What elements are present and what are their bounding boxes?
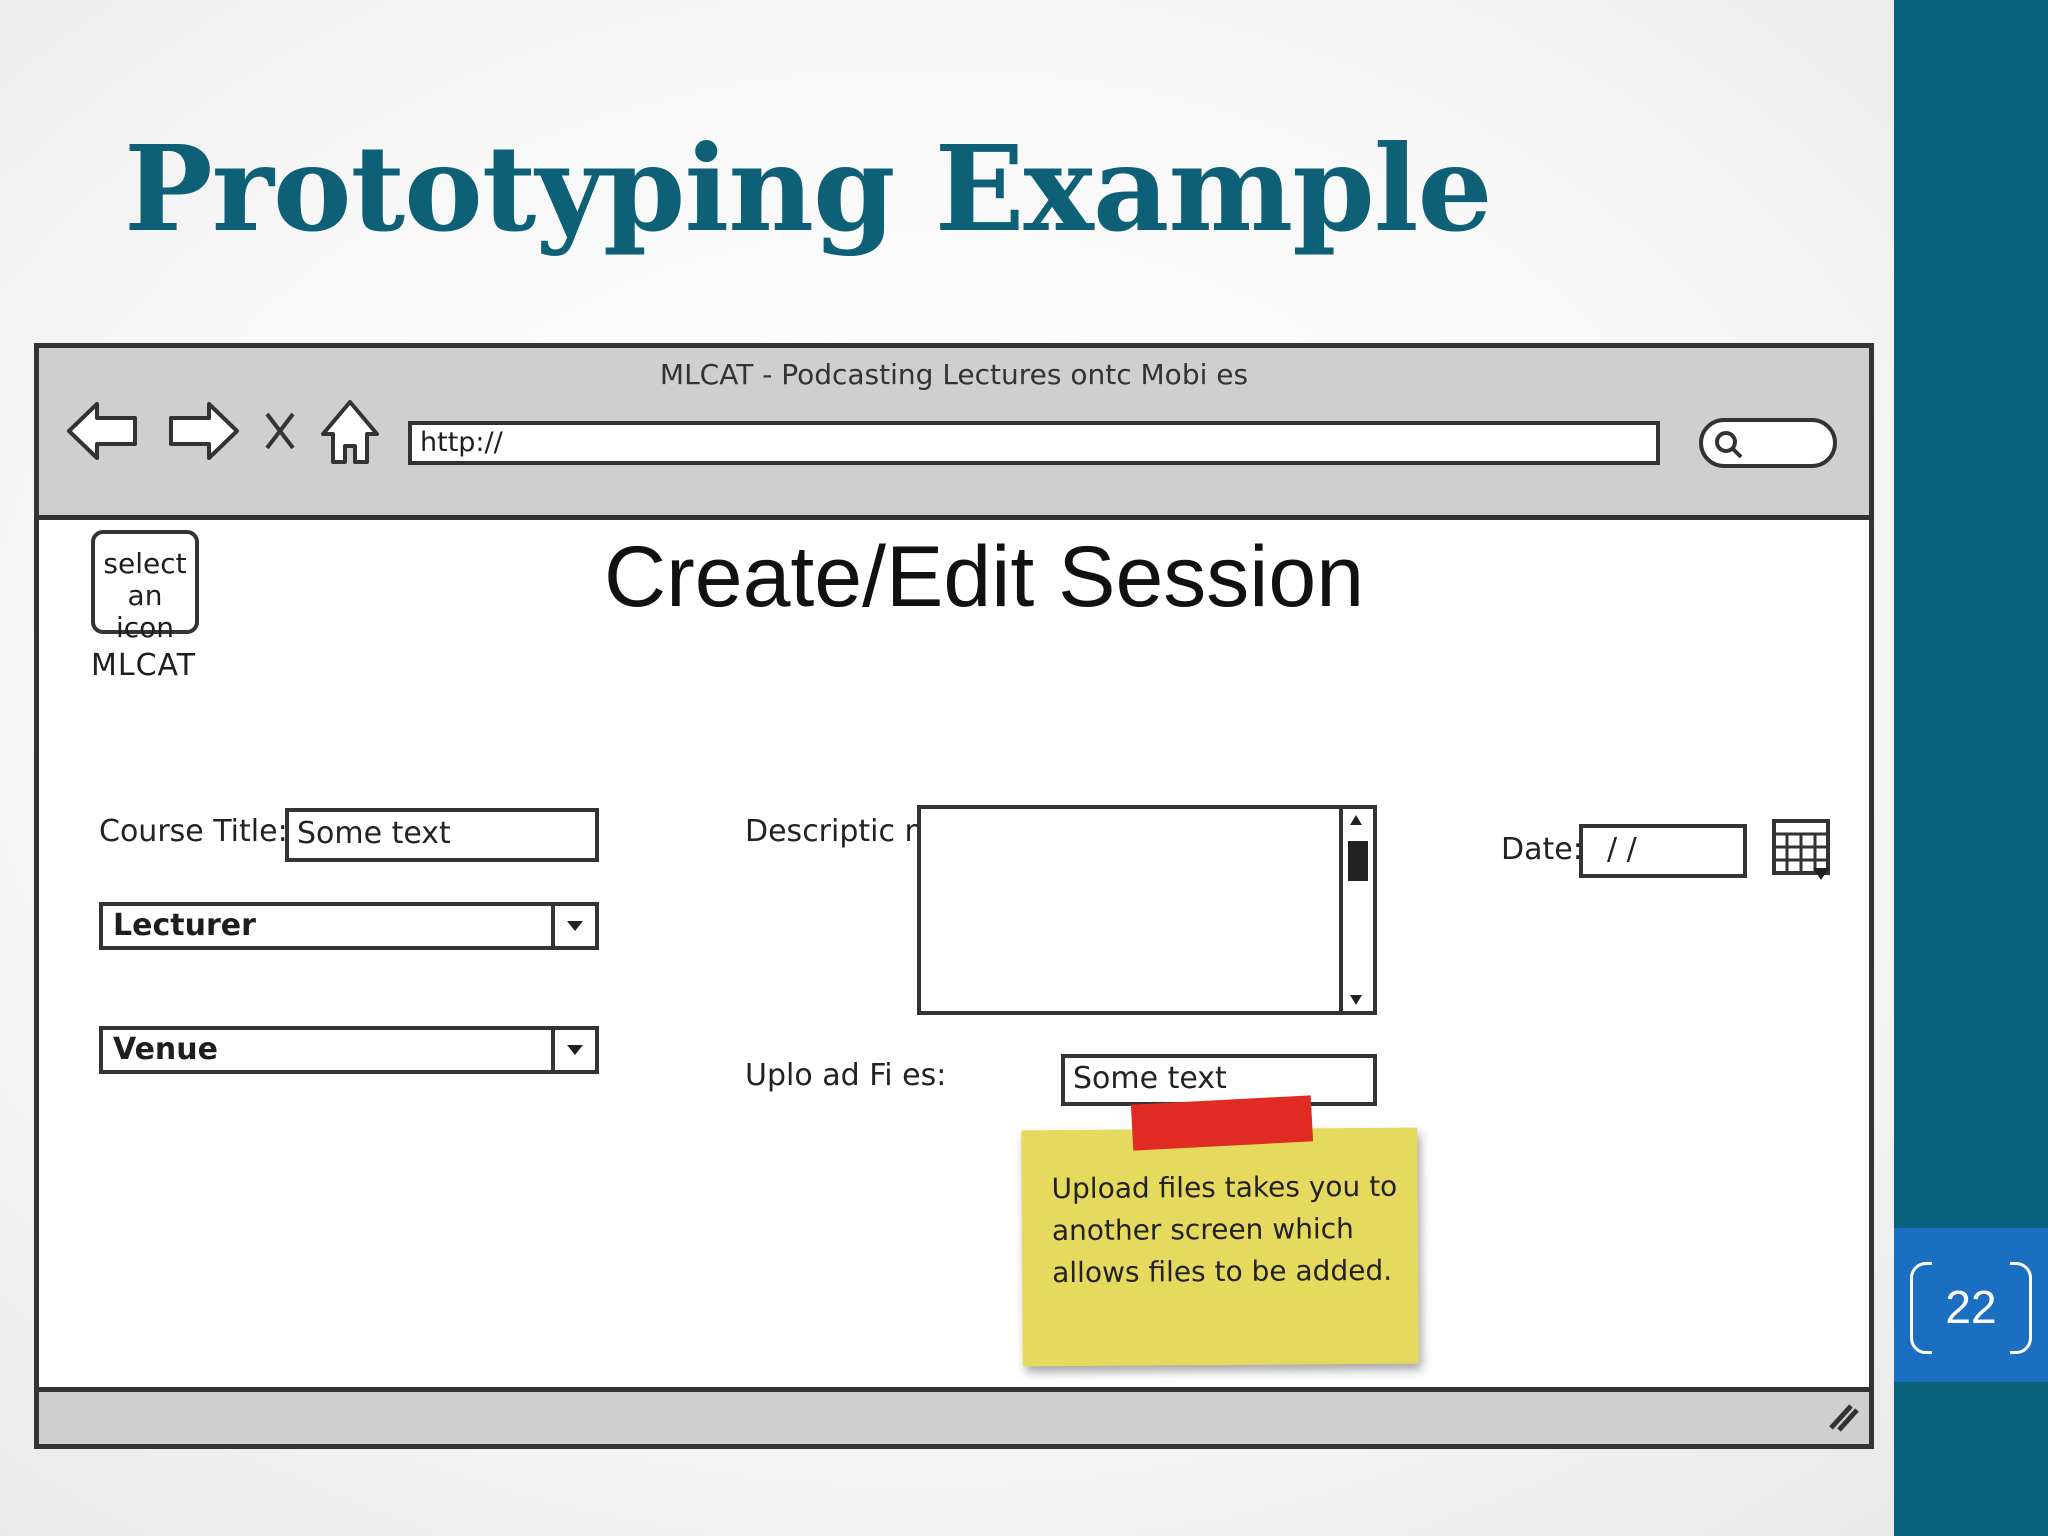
chevron-down-icon[interactable] — [551, 1030, 595, 1070]
page-heading: Create/Edit Session — [604, 529, 1365, 625]
scroll-down-icon[interactable] — [1348, 993, 1364, 1007]
venue-select-value: Venue — [113, 1032, 218, 1067]
status-bar — [39, 1387, 1869, 1444]
home-icon[interactable] — [319, 396, 381, 470]
scroll-thumb[interactable] — [1348, 841, 1368, 881]
sticky-note: Upload files takes you to another screen… — [1021, 1127, 1419, 1367]
upload-files-input[interactable]: Some text — [1061, 1054, 1377, 1106]
date-label: Date: — [1501, 832, 1583, 867]
page-number: 22 — [1945, 1281, 1997, 1333]
sticky-note-tape — [1130, 1095, 1314, 1151]
description-scrollbar[interactable] — [1339, 809, 1373, 1011]
course-title-label: Course Title: — [99, 814, 288, 849]
app-logo-caption: MLCAT — [91, 648, 197, 683]
window-title: MLCAT - Podcasting Lectures ontc Mobi es — [659, 358, 1249, 391]
course-title-input[interactable]: Some text — [285, 808, 599, 862]
select-icon-placeholder[interactable]: select an icon — [91, 530, 199, 644]
forward-arrow-icon[interactable] — [163, 396, 243, 466]
close-icon[interactable] — [261, 408, 301, 454]
description-textarea[interactable] — [917, 805, 1377, 1015]
description-label: Descriptic n: — [745, 814, 934, 849]
chevron-down-icon[interactable] — [551, 906, 595, 946]
scroll-up-icon[interactable] — [1348, 813, 1364, 827]
sticky-note-text: Upload files takes you to another screen… — [1051, 1169, 1398, 1290]
browser-chrome: MLCAT - Podcasting Lectures ontc Mobi es… — [39, 348, 1869, 520]
lecturer-select[interactable]: Lecturer — [99, 902, 599, 950]
search-icon[interactable] — [1713, 429, 1747, 463]
search-field[interactable] — [1699, 418, 1837, 468]
date-input[interactable]: / / — [1579, 824, 1747, 878]
resize-handle-icon[interactable] — [1821, 1398, 1861, 1434]
calendar-icon[interactable] — [1771, 818, 1833, 884]
slide-title: Prototyping Example — [124, 119, 1493, 258]
venue-select[interactable]: Venue — [99, 1026, 599, 1074]
lecturer-select-value: Lecturer — [113, 908, 256, 943]
wireframe-window: MLCAT - Podcasting Lectures ontc Mobi es… — [34, 343, 1874, 1449]
upload-files-label: Uplo ad Fi es: — [745, 1058, 947, 1093]
back-arrow-icon[interactable] — [63, 396, 143, 466]
url-input[interactable]: http:// — [408, 421, 1660, 465]
